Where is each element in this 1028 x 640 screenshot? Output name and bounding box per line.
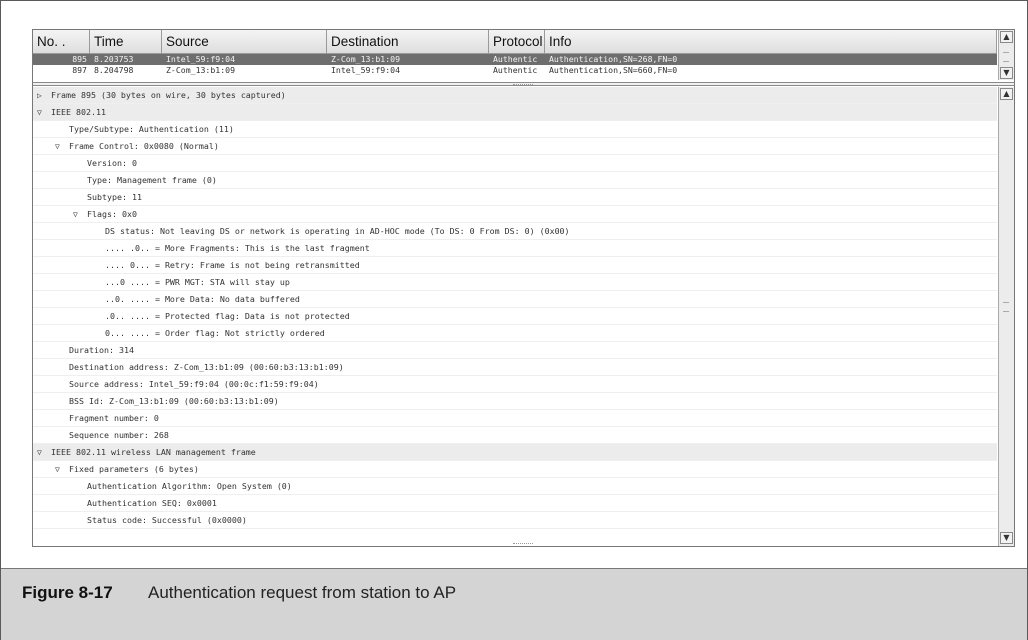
packet-no-cell: 897 bbox=[72, 65, 87, 75]
column-header-protocol[interactable]: Protocol bbox=[489, 30, 545, 53]
column-header-time[interactable]: Time bbox=[90, 30, 162, 53]
packet-source-cell: Z-Com_13:b1:09 bbox=[166, 65, 236, 75]
packet-list: No. . Time Source Destination Protocol I… bbox=[33, 30, 997, 80]
tree-row-text: Version: 0 bbox=[87, 158, 137, 168]
scroll-down-icon[interactable]: ▼ bbox=[1000, 532, 1013, 544]
tree-row[interactable]: .... 0... = Retry: Frame is not being re… bbox=[33, 257, 997, 274]
tree-row[interactable]: DS status: Not leaving DS or network is … bbox=[33, 223, 997, 240]
tree-row-text: IEEE 802.11 bbox=[51, 107, 106, 117]
packet-rows: 895 8.203753 Intel_59:f9:04 Z-Com_13:b1:09 A… bbox=[33, 54, 997, 76]
packet-time-cell: 8.204798 bbox=[94, 65, 134, 75]
packet-row[interactable]: 895 8.203753 Intel_59:f9:04 Z-Com_13:b1:09 A… bbox=[33, 54, 997, 65]
scroll-up-icon[interactable]: ▲ bbox=[1000, 31, 1013, 43]
tree-row-text: Destination address: Z-Com_13:b1:09 (00:… bbox=[69, 362, 344, 372]
scroll-grip-icon bbox=[1003, 302, 1009, 312]
expand-triangle-icon[interactable]: ▽ bbox=[73, 206, 83, 223]
figure-frame: No. . Time Source Destination Protocol I… bbox=[0, 0, 1028, 640]
tree-row-text: ..0. .... = More Data: No data buffered bbox=[105, 294, 300, 304]
tree-row[interactable]: Sequence number: 268 bbox=[33, 427, 997, 444]
tree-row[interactable]: ▽ Flags: 0x0 bbox=[33, 206, 997, 223]
scroll-down-icon[interactable]: ▼ bbox=[1000, 67, 1013, 79]
splitter-grip-icon bbox=[513, 84, 533, 86]
pane-splitter[interactable] bbox=[33, 82, 1014, 86]
packet-info-cell: Authentication,SN=660,FN=0 bbox=[549, 65, 678, 75]
tree-row[interactable]: Type/Subtype: Authentication (11) bbox=[33, 121, 997, 138]
tree-row[interactable]: ▽ Frame Control: 0x0080 (Normal) bbox=[33, 138, 997, 155]
bottom-grip-icon bbox=[513, 543, 533, 545]
tree-row-text: Frame Control: 0x0080 (Normal) bbox=[69, 141, 219, 151]
packet-protocol-cell: Authentic bbox=[493, 54, 538, 64]
tree-row[interactable]: ▽ IEEE 802.11 bbox=[33, 104, 997, 121]
packet-list-header: No. . Time Source Destination Protocol I… bbox=[33, 30, 997, 54]
packet-details-tree: ▷ Frame 895 (30 bytes on wire, 30 bytes c… bbox=[33, 87, 997, 546]
tree-row[interactable]: Duration: 314 bbox=[33, 342, 997, 359]
tree-row-text: DS status: Not leaving DS or network is … bbox=[105, 226, 570, 236]
column-header-info[interactable]: Info bbox=[545, 30, 997, 53]
tree-row-text: Authentication Algorithm: Open System (0… bbox=[87, 481, 292, 491]
packet-info-cell: Authentication,SN=268,FN=0 bbox=[549, 54, 678, 64]
tree-row[interactable]: .... .0.. = More Fragments: This is the … bbox=[33, 240, 997, 257]
tree-row[interactable]: Type: Management frame (0) bbox=[33, 172, 997, 189]
tree-row-text: BSS Id: Z-Com_13:b1:09 (00:60:b3:13:b1:0… bbox=[69, 396, 279, 406]
tree-row[interactable]: Authentication SEQ: 0x0001 bbox=[33, 495, 997, 512]
column-header-source[interactable]: Source bbox=[162, 30, 327, 53]
packet-list-scrollbar[interactable]: ▲ ▼ bbox=[998, 30, 1014, 80]
tree-row-text: Authentication SEQ: 0x0001 bbox=[87, 498, 217, 508]
tree-row[interactable]: ▽ IEEE 802.11 wireless LAN management fra… bbox=[33, 444, 997, 461]
packet-destination-cell: Z-Com_13:b1:09 bbox=[331, 54, 401, 64]
tree-row[interactable]: Version: 0 bbox=[33, 155, 997, 172]
tree-row[interactable]: Subtype: 11 bbox=[33, 189, 997, 206]
tree-row-text: 0... .... = Order flag: Not strictly ord… bbox=[105, 328, 325, 338]
tree-row-text: Fixed parameters (6 bytes) bbox=[69, 464, 199, 474]
tree-row-text: IEEE 802.11 wireless LAN management fram… bbox=[51, 447, 256, 457]
tree-row-text: Duration: 314 bbox=[69, 345, 134, 355]
details-scrollbar[interactable]: ▲ ▼ bbox=[998, 87, 1014, 546]
tree-row-text: Source address: Intel_59:f9:04 (00:0c:f1… bbox=[69, 379, 319, 389]
tree-row[interactable]: ..0. .... = More Data: No data buffered bbox=[33, 291, 997, 308]
collapse-triangle-icon[interactable]: ▷ bbox=[37, 87, 47, 104]
packet-source-cell: Intel_59:f9:04 bbox=[166, 54, 236, 64]
expand-triangle-icon[interactable]: ▽ bbox=[37, 104, 47, 121]
figure-caption-text: Authentication request from station to A… bbox=[148, 583, 457, 602]
tree-row-text: Frame 895 (30 bytes on wire, 30 bytes ca… bbox=[51, 90, 286, 100]
tree-row-text: Sequence number: 268 bbox=[69, 430, 169, 440]
figure-number: Figure 8-17 bbox=[22, 583, 113, 602]
tree-row-text: Status code: Successful (0x0000) bbox=[87, 515, 247, 525]
tree-row-text: Type: Management frame (0) bbox=[87, 175, 217, 185]
tree-row[interactable]: ...0 .... = PWR MGT: STA will stay up bbox=[33, 274, 997, 291]
tree-row[interactable]: 0... .... = Order flag: Not strictly ord… bbox=[33, 325, 997, 342]
tree-row-text: ...0 .... = PWR MGT: STA will stay up bbox=[105, 277, 290, 287]
tree-row[interactable]: Source address: Intel_59:f9:04 (00:0c:f1… bbox=[33, 376, 997, 393]
expand-triangle-icon[interactable]: ▽ bbox=[37, 444, 47, 461]
packet-row[interactable]: 897 8.204798 Z-Com_13:b1:09 Intel_59:f9:04 A… bbox=[33, 65, 997, 76]
figure-caption: Figure 8-17 Authentication request from … bbox=[1, 568, 1027, 640]
scroll-grip-icon bbox=[1003, 52, 1009, 62]
column-header-destination[interactable]: Destination bbox=[327, 30, 489, 53]
expand-triangle-icon[interactable]: ▽ bbox=[55, 461, 65, 478]
column-header-no[interactable]: No. . bbox=[33, 30, 90, 53]
tree-row[interactable]: Destination address: Z-Com_13:b1:09 (00:… bbox=[33, 359, 997, 376]
tree-row-text: .0.. .... = Protected flag: Data is not … bbox=[105, 311, 350, 321]
packet-destination-cell: Intel_59:f9:04 bbox=[331, 65, 401, 75]
tree-row[interactable]: BSS Id: Z-Com_13:b1:09 (00:60:b3:13:b1:0… bbox=[33, 393, 997, 410]
expand-triangle-icon[interactable]: ▽ bbox=[55, 138, 65, 155]
tree-row[interactable]: Status code: Successful (0x0000) bbox=[33, 512, 997, 529]
tree-row-text: Subtype: 11 bbox=[87, 192, 142, 202]
tree-row-text: .... .0.. = More Fragments: This is the … bbox=[105, 243, 370, 253]
tree-row-text: Flags: 0x0 bbox=[87, 209, 137, 219]
scroll-up-icon[interactable]: ▲ bbox=[1000, 88, 1013, 100]
tree-row-text: .... 0... = Retry: Frame is not being re… bbox=[105, 260, 360, 270]
tree-row[interactable]: .0.. .... = Protected flag: Data is not … bbox=[33, 308, 997, 325]
packet-protocol-cell: Authentic bbox=[493, 65, 538, 75]
tree-row-text: Type/Subtype: Authentication (11) bbox=[69, 124, 234, 134]
tree-row[interactable]: ▽ Fixed parameters (6 bytes) bbox=[33, 461, 997, 478]
tree-row[interactable]: Fragment number: 0 bbox=[33, 410, 997, 427]
packet-time-cell: 8.203753 bbox=[94, 54, 134, 64]
tree-row[interactable]: Authentication Algorithm: Open System (0… bbox=[33, 478, 997, 495]
tree-row[interactable]: ▷ Frame 895 (30 bytes on wire, 30 bytes c… bbox=[33, 87, 997, 104]
tree-row-text: Fragment number: 0 bbox=[69, 413, 159, 423]
packet-no-cell: 895 bbox=[72, 54, 87, 64]
packet-analyzer-window: No. . Time Source Destination Protocol I… bbox=[32, 29, 1015, 547]
